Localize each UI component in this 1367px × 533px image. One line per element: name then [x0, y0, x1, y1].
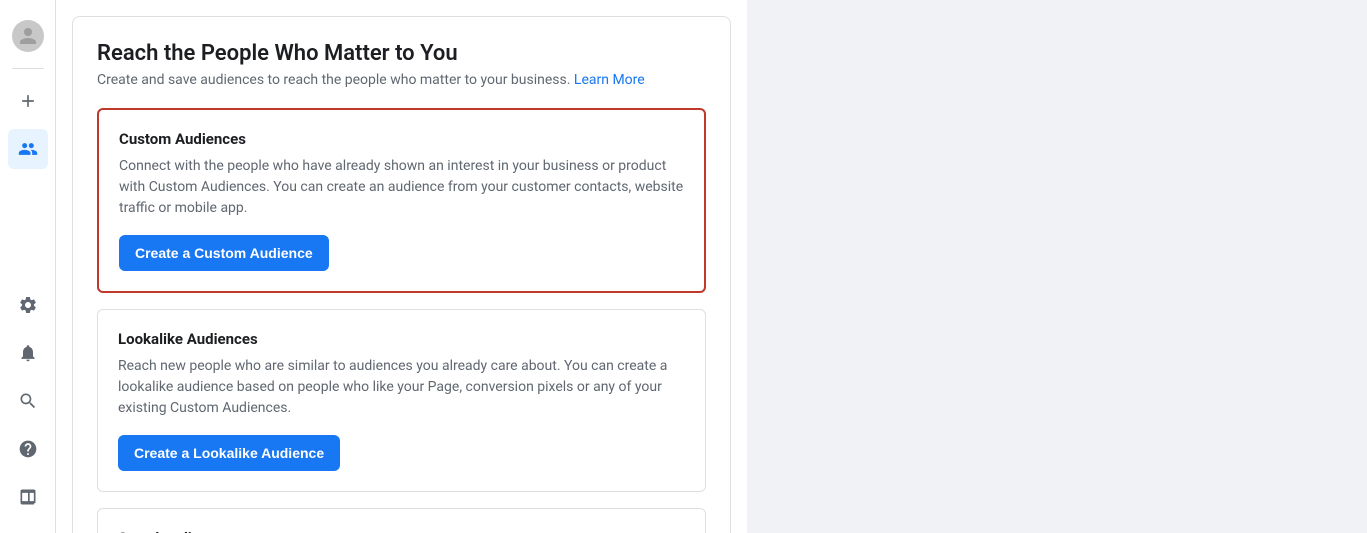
- sidebar: [0, 0, 56, 533]
- saved-audience-section: Saved audience Save your commonly used t…: [97, 508, 706, 533]
- main-content: Reach the People Who Matter to You Creat…: [56, 0, 747, 533]
- lookalike-audiences-section: Lookalike Audiences Reach new people who…: [97, 309, 706, 492]
- create-lookalike-audience-button[interactable]: Create a Lookalike Audience: [118, 435, 340, 471]
- lookalike-audiences-description: Reach new people who are similar to audi…: [118, 356, 685, 419]
- page-title: Reach the People Who Matter to You: [97, 41, 706, 66]
- lookalike-audiences-title: Lookalike Audiences: [118, 330, 685, 348]
- settings-icon[interactable]: [8, 285, 48, 325]
- help-icon[interactable]: [8, 429, 48, 469]
- sidebar-bottom: [8, 277, 48, 525]
- search-icon[interactable]: [8, 381, 48, 421]
- create-custom-audience-button[interactable]: Create a Custom Audience: [119, 235, 329, 271]
- custom-audiences-section: Custom Audiences Connect with the people…: [97, 108, 706, 293]
- audiences-nav-item[interactable]: [8, 129, 48, 169]
- custom-audiences-description: Connect with the people who have already…: [119, 156, 684, 219]
- notifications-icon[interactable]: [8, 333, 48, 373]
- page-subtitle: Create and save audiences to reach the p…: [97, 72, 706, 88]
- plus-button[interactable]: [8, 81, 48, 121]
- learn-more-link[interactable]: Learn More: [574, 72, 645, 88]
- avatar[interactable]: [8, 16, 48, 56]
- divider-top: [12, 68, 44, 69]
- audiences-card: Reach the People Who Matter to You Creat…: [72, 16, 731, 533]
- panel-toggle-icon[interactable]: [8, 477, 48, 517]
- right-panel: [747, 0, 1367, 533]
- saved-audience-title: Saved audience: [118, 529, 685, 533]
- custom-audiences-title: Custom Audiences: [119, 130, 684, 148]
